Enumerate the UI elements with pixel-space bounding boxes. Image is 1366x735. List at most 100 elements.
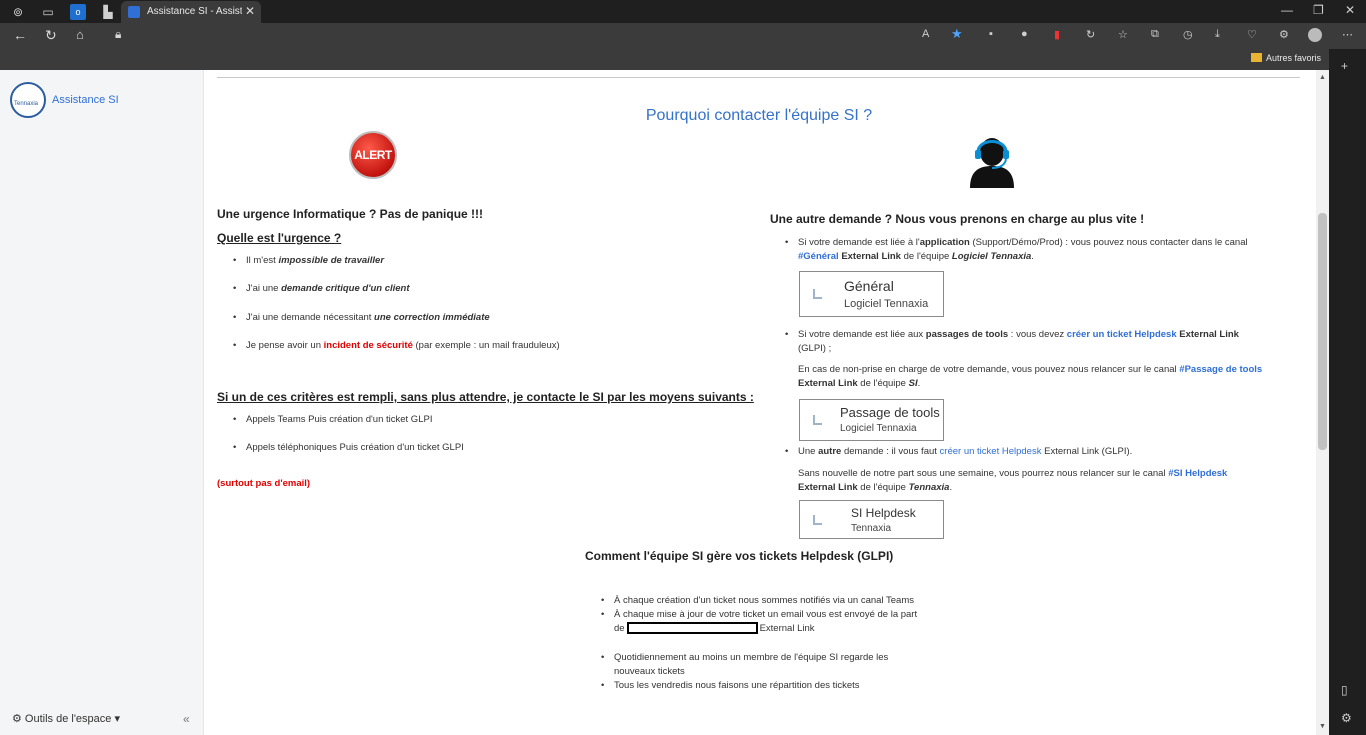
item-text: À chaque mise à jour de votre ticket un … — [614, 609, 918, 620]
scroll-down-icon[interactable]: ▼ — [1319, 723, 1326, 730]
refresh-icon[interactable]: ↻ — [45, 27, 57, 44]
support-agent-icon — [970, 138, 1014, 188]
glpi-heading: Comment l'équipe SI gère vos tickets Hel… — [585, 549, 894, 563]
teams-card-passage-de-tools[interactable]: Passage de tools Logiciel Tennaxia — [799, 399, 944, 441]
page-title: Pourquoi contacter l'équipe SI ? — [645, 107, 873, 124]
card-subtitle: Logiciel Tennaxia — [844, 298, 929, 310]
card-title: Général — [844, 278, 894, 294]
item-text: (GLPI) ; — [798, 343, 832, 354]
list-item: Une autre demande : il vous faut créer u… — [785, 445, 1298, 459]
close-window-icon[interactable]: ✕ — [1345, 3, 1355, 17]
create-ticket-link[interactable]: créer un ticket Helpdesk — [940, 446, 1042, 457]
scroll-up-icon[interactable]: ▲ — [1319, 74, 1326, 81]
extension-icon[interactable]: ▪ — [989, 28, 993, 40]
pinned-tab-icon[interactable]: ▙ — [100, 4, 116, 20]
workspaces-icon[interactable]: ⊚ — [10, 4, 26, 20]
lock-icon[interactable]: 🔒︎ — [115, 27, 121, 42]
list-item: J'ai une demande nécessitant une correct… — [233, 311, 490, 325]
channel-link[interactable]: #Général — [798, 251, 839, 262]
item-text: demande : il vous faut — [841, 446, 940, 457]
sidebar-toggle-icon[interactable]: ▯ — [1341, 683, 1348, 697]
list-item: Il m'est impossible de travailler — [233, 254, 384, 268]
extension-icon[interactable]: ● — [1021, 28, 1028, 40]
para-text: En cas de non-prise en charge de votre d… — [798, 364, 1180, 375]
favorite-star-icon[interactable]: ★ — [951, 26, 963, 42]
profile-avatar[interactable] — [1308, 28, 1322, 42]
restore-icon[interactable]: ❐ — [1313, 3, 1324, 17]
para-text: de l'équipe — [857, 378, 909, 389]
item-strong: passages de tools — [925, 329, 1009, 340]
divider — [217, 77, 1300, 78]
extension-icon[interactable]: ↻ — [1086, 28, 1095, 41]
home-icon[interactable]: ⌂ — [76, 27, 84, 42]
no-email-warning: (surtout pas d'email) — [217, 478, 311, 489]
item-strong: autre — [818, 446, 842, 457]
edge-sidebar: + ▯ ⚙ — [1329, 49, 1366, 735]
teams-channel-icon — [813, 415, 822, 425]
more-menu-icon[interactable]: ⋯ — [1342, 28, 1353, 41]
add-icon[interactable]: + — [1341, 59, 1348, 73]
minimize-icon[interactable]: — — [1281, 3, 1293, 17]
bookmark-folder[interactable]: Autres favoris — [1251, 53, 1321, 63]
history-icon[interactable]: ◷ — [1183, 28, 1193, 41]
performance-icon[interactable]: ♡ — [1247, 28, 1257, 41]
space-name-link[interactable]: Assistance SI — [52, 94, 119, 106]
redacted-email — [626, 622, 758, 635]
logo-text: Tennaxia — [14, 101, 39, 107]
tab-title: Assistance SI - Assistance — [147, 6, 242, 17]
item-text: (par exemple : un mail frauduleux) — [412, 340, 560, 351]
space-tools-label: Outils de l'espace — [24, 713, 112, 725]
channel-link[interactable]: #Passage de tools — [1179, 364, 1262, 375]
close-tab-icon[interactable]: ✕ — [245, 4, 255, 18]
other-request-heading: Une autre demande ? Nous vous prenons en… — [770, 212, 1145, 226]
channel-link[interactable]: #SI Helpdesk — [1168, 468, 1227, 479]
item-text: Il m'est — [246, 255, 279, 266]
browser-titlebar: ⊚ ▭ o ▙ Assistance SI - Assistance ✕ — ❐… — [0, 0, 1366, 23]
download-icon[interactable]: ⤓ — [1215, 28, 1220, 41]
teams-card-general[interactable]: Général Logiciel Tennaxia — [799, 271, 944, 317]
confluence-icon — [128, 6, 140, 18]
external-link-image[interactable]: External Link — [1044, 446, 1099, 457]
urgency-question: Quelle est l'urgence ? — [217, 231, 342, 245]
page-scrollbar[interactable]: ▲ ▼ — [1316, 70, 1329, 735]
tab-actions-icon[interactable]: ▭ — [40, 4, 56, 20]
list-item: À chaque mise à jour de votre ticket un … — [601, 608, 944, 636]
item-text: Une — [798, 446, 819, 457]
list-item: Quotidiennement au moins un membre de l'… — [601, 651, 914, 679]
card-subtitle: Logiciel Tennaxia — [840, 423, 917, 434]
teams-card-si-helpdesk[interactable]: SI Helpdesk Tennaxia — [799, 500, 944, 539]
alert-text: ALERT — [354, 148, 392, 162]
item-text: de l'équipe — [900, 251, 952, 262]
space-logo[interactable]: Tennaxia — [10, 82, 46, 118]
item-text: (Support/Démo/Prod) : vous pouvez nous c… — [969, 237, 1248, 248]
tab-assistance-si[interactable]: Assistance SI - Assistance ✕ — [121, 1, 261, 23]
back-icon[interactable]: ← — [13, 27, 27, 43]
folder-icon — [1251, 53, 1262, 62]
list-item: Si votre demande est liée aux passages d… — [785, 328, 1298, 356]
para-text: Sans nouvelle de notre part sous une sem… — [798, 468, 1169, 479]
read-aloud-icon[interactable]: A — [922, 28, 929, 40]
item-text: Si votre demande est liée à l' — [798, 237, 920, 248]
external-link-image[interactable]: External Link — [798, 378, 858, 389]
create-ticket-link[interactable]: créer un ticket Helpdesk — [1067, 329, 1177, 340]
external-link-image[interactable]: External Link — [1179, 329, 1239, 340]
outlook-tab-icon[interactable]: o — [70, 4, 86, 20]
collapse-sidebar-icon[interactable]: « — [183, 712, 190, 726]
favorites-icon[interactable]: ☆ — [1118, 28, 1128, 41]
external-link-image[interactable]: External Link — [760, 623, 815, 634]
urgency-heading: Une urgence Informatique ? Pas de paniqu… — [217, 207, 484, 221]
gear-icon: ⚙ — [12, 713, 25, 725]
scrollbar-thumb[interactable] — [1318, 213, 1327, 450]
space-tools-button[interactable]: ⚙ Outils de l'espace ▾ — [12, 712, 120, 725]
address-bar[interactable]: 🔒︎ — [105, 25, 1365, 47]
list-item: Tous les vendredis nous faisons une répa… — [601, 679, 944, 693]
collections-icon[interactable]: ⧉ — [1151, 28, 1159, 41]
followup-paragraph: En cas de non-prise en charge de votre d… — [798, 363, 1298, 391]
team-name: SI — [908, 378, 918, 389]
ublock-icon[interactable]: ▮ — [1054, 28, 1060, 41]
external-link-image[interactable]: External Link — [798, 482, 858, 493]
item-text: J'ai une demande nécessitant — [246, 312, 375, 323]
external-link-image[interactable]: External Link — [841, 251, 901, 262]
extensions-icon[interactable]: ⚙ — [1279, 28, 1289, 41]
settings-icon[interactable]: ⚙ — [1341, 711, 1352, 725]
